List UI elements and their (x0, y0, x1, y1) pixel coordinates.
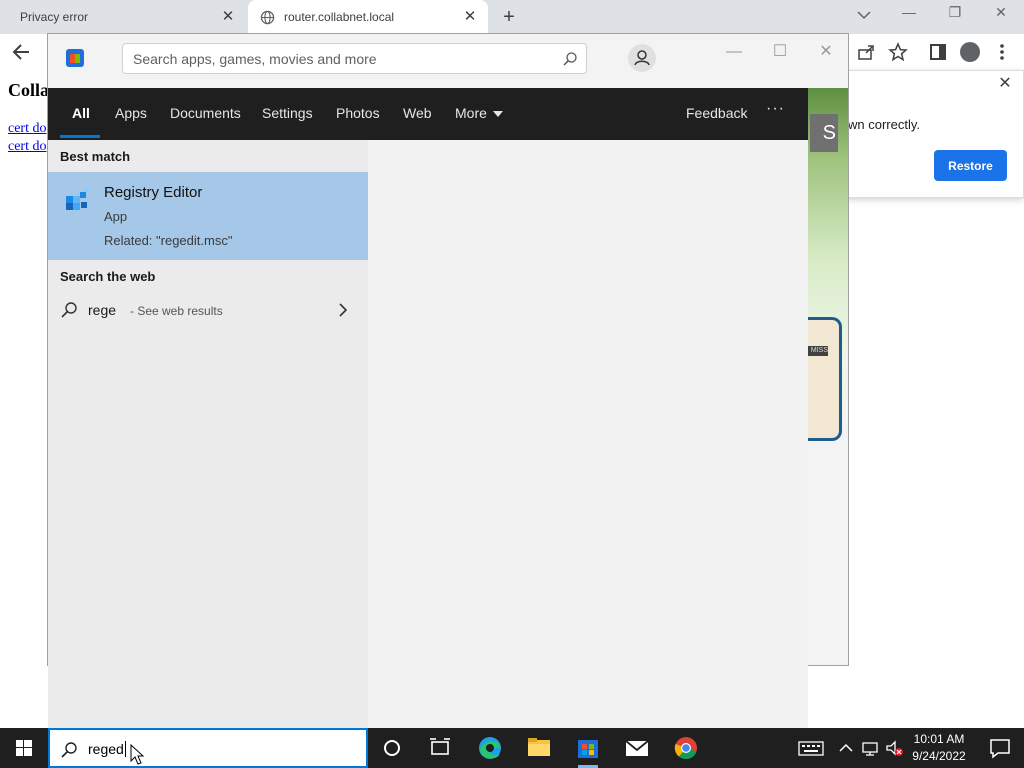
page-heading: Colla (8, 80, 50, 100)
tab-title: Privacy error (20, 10, 89, 24)
taskbar-search-input[interactable]: reged (48, 728, 368, 768)
keyboard-icon[interactable] (798, 738, 824, 758)
web-results-hint: - See web results (130, 304, 223, 318)
chevron-down-icon[interactable] (855, 6, 873, 24)
registry-editor-icon (66, 187, 89, 210)
file-explorer-icon[interactable] (515, 728, 563, 768)
bookmark-star-icon[interactable] (888, 42, 908, 62)
store-featured-card[interactable]: MISS (804, 317, 842, 441)
more-options-icon[interactable]: ··· (766, 100, 785, 118)
search-results-list: Best match Registry Editor App Related: … (48, 140, 368, 728)
caret-down-icon (492, 111, 503, 118)
filter-tab-more[interactable]: More (455, 105, 503, 121)
tab-close-icon[interactable]: ✕ (462, 9, 478, 25)
edge-browser-icon[interactable] (466, 728, 514, 768)
task-view-icon[interactable] (416, 728, 464, 768)
windows-search-panel: All Apps Documents Settings Photos Web M… (48, 88, 808, 728)
filter-tab-web[interactable]: Web (403, 105, 432, 121)
side-panel-icon[interactable] (928, 42, 948, 62)
feedback-button[interactable]: Feedback (686, 105, 747, 121)
chevron-right-icon[interactable] (336, 301, 350, 319)
filter-tab-documents[interactable]: Documents (170, 105, 241, 121)
best-match-subtitle: App (104, 209, 128, 224)
user-account-icon[interactable] (628, 44, 656, 72)
store-hero-badge: S (810, 114, 838, 152)
chevron-up-icon[interactable] (836, 738, 856, 758)
store-search-input[interactable]: Search apps, games, movies and more (122, 43, 587, 74)
close-window-icon[interactable]: ✕ (816, 42, 836, 62)
search-web-heading: Search the web (60, 269, 156, 284)
tab-privacy-error[interactable]: Privacy error ✕ (0, 0, 246, 34)
more-menu-icon[interactable] (992, 42, 1012, 62)
windows-start-icon[interactable] (0, 728, 48, 768)
restore-message: wn correctly. (848, 117, 920, 132)
new-tab-plus-icon[interactable]: + (498, 6, 520, 28)
notifications-icon[interactable] (976, 728, 1024, 768)
tab-title: router.collabnet.local (284, 10, 395, 24)
clock-time: 10:01 AM (913, 732, 965, 746)
chrome-tab-strip: Privacy error ✕ router.collabnet.local ✕… (0, 0, 1024, 34)
back-arrow-icon[interactable] (10, 40, 34, 64)
close-window-icon[interactable]: ✕ (989, 4, 1013, 26)
taskbar-search-text: reged (88, 741, 126, 757)
restore-button[interactable]: Restore (934, 150, 1007, 181)
minimize-icon[interactable]: — (724, 42, 744, 62)
store-titlebar: Search apps, games, movies and more — ☐ … (48, 34, 848, 88)
web-search-result[interactable]: rege - See web results (48, 298, 368, 324)
best-match-title: Registry Editor (104, 184, 203, 201)
filter-tab-all[interactable]: All (72, 105, 90, 121)
search-preview-pane (368, 140, 808, 728)
mouse-pointer-icon (130, 744, 144, 765)
chrome-icon[interactable] (662, 728, 710, 768)
store-logo-icon (66, 49, 84, 67)
filter-tab-settings[interactable]: Settings (262, 105, 313, 121)
best-match-related: Related: "regedit.msc" (104, 233, 233, 248)
close-icon[interactable]: ✕ (996, 75, 1014, 93)
search-query: reged (88, 741, 124, 757)
clock-date: 9/24/2022 (912, 749, 966, 763)
best-match-heading: Best match (60, 149, 131, 164)
tab-router[interactable]: router.collabnet.local ✕ (248, 0, 488, 34)
cert-link[interactable]: cert do (8, 139, 46, 155)
minimize-icon[interactable]: — (897, 4, 921, 26)
volume-muted-icon[interactable] (884, 738, 904, 758)
cortana-icon[interactable] (368, 728, 416, 768)
mail-icon[interactable] (613, 728, 661, 768)
network-icon[interactable] (860, 738, 880, 758)
restore-pages-bubble: ✕ wn correctly. Restore (846, 70, 1024, 198)
taskbar: reged 10:01 AM 9/24/2022 (0, 728, 1024, 768)
filter-tab-apps[interactable]: Apps (115, 105, 147, 121)
web-query-text: rege (88, 302, 117, 318)
search-icon (61, 742, 77, 758)
store-search-placeholder: Search apps, games, movies and more (133, 51, 377, 67)
active-tab-indicator (60, 135, 100, 138)
cert-link[interactable]: cert do (8, 121, 46, 137)
globe-icon (260, 10, 275, 24)
tab-close-icon[interactable]: ✕ (220, 9, 236, 25)
search-icon[interactable] (562, 51, 578, 67)
filter-more-label: More (455, 105, 487, 121)
search-icon (61, 302, 77, 318)
system-clock[interactable]: 10:01 AM 9/24/2022 (904, 731, 974, 765)
best-match-result[interactable]: Registry Editor App Related: "regedit.ms… (48, 172, 368, 260)
profile-avatar-icon[interactable] (960, 42, 980, 62)
restore-window-icon[interactable]: ❐ (943, 4, 967, 26)
maximize-icon[interactable]: ☐ (770, 42, 790, 62)
microsoft-store-icon[interactable] (564, 728, 612, 768)
search-filter-bar: All Apps Documents Settings Photos Web M… (48, 88, 808, 140)
text-caret (124, 741, 126, 757)
filter-tab-photos[interactable]: Photos (336, 105, 380, 121)
share-icon[interactable] (856, 42, 876, 62)
